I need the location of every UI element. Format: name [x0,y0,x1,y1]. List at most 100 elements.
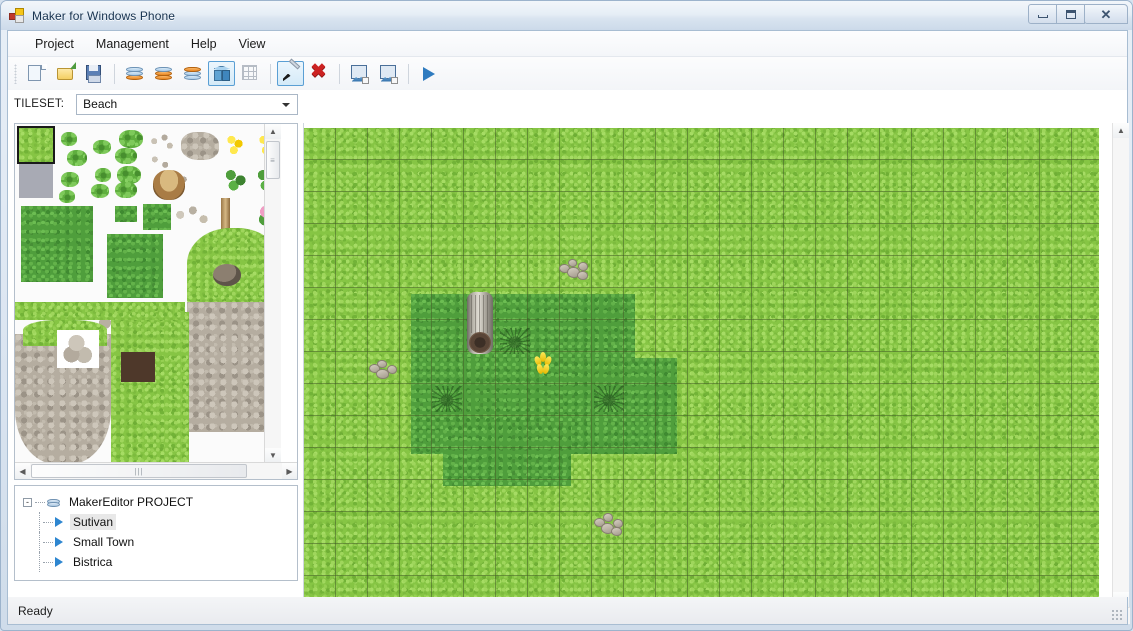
palette-tile-post[interactable] [221,198,230,232]
palette-tile-selected-rock-swatch[interactable] [57,330,99,368]
scroll-up-arrow-icon[interactable]: ▲ [265,124,281,139]
window-controls: ✕ [1028,4,1128,24]
tree-row-map[interactable]: Small Town [23,532,297,552]
image-import-button[interactable] [346,61,373,86]
palette-tile-shrub[interactable] [61,172,79,187]
layer-upper-button[interactable] [179,61,206,86]
tile-palette-panel: ▲ ≡ ▼ ◀ ||| ▶ [14,123,298,480]
palette-tile-grass-medium[interactable] [143,204,171,230]
image-import-icon [350,64,367,79]
layer-middle-button[interactable] [150,61,177,86]
tile-palette[interactable]: ▲ ≡ ▼ [15,124,281,463]
app-icon [9,7,25,24]
palette-tile-pebbles[interactable] [149,134,175,152]
palette-tile-blank[interactable] [19,164,53,198]
minimize-icon [1037,15,1048,18]
palette-tile-bush[interactable] [119,130,143,148]
tree-row-root[interactable]: - MakerEditor PROJECT [23,492,297,512]
palette-tile-scatter-stones[interactable] [173,206,209,228]
map-grid-overlay [304,128,1099,609]
palette-tile-shrub[interactable] [59,190,75,203]
grid-toggle-button[interactable] [237,61,264,86]
palette-tile-tall-grass[interactable] [107,234,163,298]
palette-vertical-scrollbar[interactable]: ▲ ≡ ▼ [264,124,281,463]
image-export-button[interactable] [375,61,402,86]
menu-item-project[interactable]: Project [24,33,85,55]
cube-objects-button[interactable] [208,61,235,86]
tileset-row: TILESET: Beach [14,93,298,115]
grass-tuft[interactable] [500,328,530,354]
open-folder-icon [56,67,73,80]
tree-label-bistrica: Bistrica [73,555,113,569]
layer-lower-button[interactable] [121,61,148,86]
palette-tile-grass-strip[interactable] [15,302,185,320]
menu-item-help[interactable]: Help [180,33,228,55]
tree-expand-toggle[interactable]: - [23,497,32,507]
rock-cluster[interactable] [369,360,399,382]
menu-item-management[interactable]: Management [85,33,180,55]
cube-icon [213,65,230,82]
palette-tile-cave-entrance[interactable] [121,352,155,382]
tree-label-project: MakerEditor PROJECT [69,495,194,509]
brush-icon [282,57,300,83]
rock-cluster[interactable] [559,258,589,282]
palette-tile-boulder[interactable] [213,264,241,286]
palette-tile-shrub[interactable] [67,150,87,166]
project-tree[interactable]: - MakerEditor PROJECT Sutivan Small Town… [14,485,298,581]
palette-tile-shrub[interactable] [91,184,109,198]
close-button[interactable]: ✕ [1084,4,1128,24]
tree-connector [43,561,53,563]
fallen-log[interactable] [467,292,493,354]
tree-connector [43,521,53,523]
brush-tool-button[interactable] [277,57,304,86]
layer-middle-icon [155,66,172,81]
map-scroll-up-icon[interactable]: ▲ [1113,123,1129,138]
palette-tile-grass[interactable] [17,126,55,164]
run-button[interactable] [415,61,442,86]
status-bar: Ready [7,597,1128,625]
scroll-right-arrow-icon[interactable]: ▶ [282,463,297,479]
palette-horizontal-scrollbar[interactable]: ◀ ||| ▶ [15,462,297,479]
scroll-down-arrow-icon[interactable]: ▼ [265,448,281,463]
palette-tile-grass-small[interactable] [115,206,137,222]
delete-button[interactable]: ✖ [306,61,333,86]
resize-grip[interactable] [1111,609,1123,621]
palette-tile-rock-pile[interactable] [181,132,219,160]
tree-connector [43,541,53,543]
layer-lower-icon [126,66,143,81]
minimize-button[interactable] [1028,4,1057,24]
tileset-dropdown[interactable]: Beach [76,93,298,115]
status-text: Ready [18,603,53,618]
scroll-left-arrow-icon[interactable]: ◀ [15,463,30,479]
palette-hscroll-thumb[interactable]: ||| [31,464,247,478]
map-vertical-scrollbar[interactable]: ▲ ▼ [1112,123,1129,607]
open-folder-button[interactable] [52,61,79,86]
palette-tile-stump[interactable] [153,170,185,200]
palette-vscroll-thumb[interactable]: ≡ [266,141,280,179]
new-document-button[interactable] [23,61,50,86]
project-icon [47,496,61,508]
map-canvas[interactable] [304,128,1099,609]
title-bar: Maker for Windows Phone ✕ [1,1,1132,30]
toolbar-grip[interactable] [14,63,17,84]
palette-tile-tall-grass[interactable] [21,206,93,282]
palette-tile-leafy-bush[interactable] [221,166,249,192]
delete-icon: ✖ [310,60,327,82]
maximize-button[interactable] [1056,4,1085,24]
tree-row-map[interactable]: Sutivan [23,512,297,532]
grass-tuft[interactable] [432,386,462,412]
save-button[interactable] [81,61,108,86]
palette-tile-bush[interactable] [115,182,137,198]
tree-row-map[interactable]: Bistrica [23,552,297,572]
palette-tile-shrub[interactable] [93,140,111,154]
tree-label-small-town: Small Town [73,535,135,549]
grass-tuft[interactable] [594,386,624,412]
palette-tile-bush[interactable] [115,148,137,164]
palette-tile-yellow-flower[interactable] [223,132,247,158]
palette-tile-shrub[interactable] [61,132,77,146]
menu-item-view[interactable]: View [228,33,277,55]
palette-tile-shrub[interactable] [95,168,111,182]
palette-tile-grass-ground[interactable] [111,312,189,463]
rock-cluster[interactable] [594,513,624,537]
yellow-flower[interactable] [533,352,553,376]
